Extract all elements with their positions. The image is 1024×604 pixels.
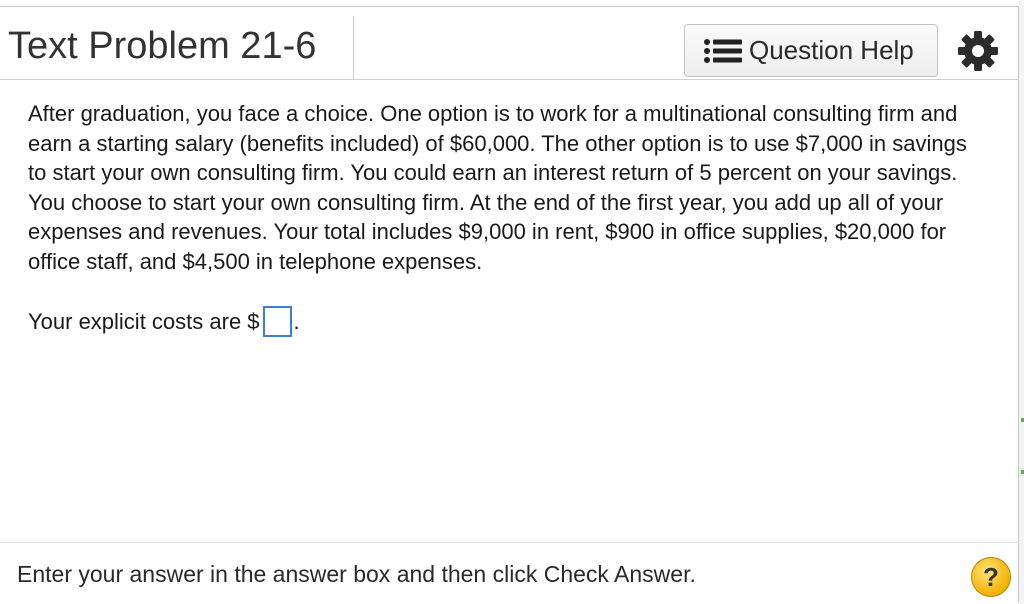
prompt-prefix: Your explicit costs are $ <box>28 308 260 334</box>
title-divider <box>353 16 354 80</box>
right-edge-strip <box>1019 0 1024 604</box>
problem-panel <box>0 6 1019 603</box>
question-help-button[interactable]: Question Help <box>684 24 938 77</box>
answer-input[interactable] <box>262 306 292 337</box>
page-title: Text Problem 21-6 <box>8 25 317 67</box>
question-help-label: Question Help <box>749 35 914 65</box>
prompt-suffix: . <box>293 308 300 334</box>
answer-prompt: Your explicit costs are $ . <box>28 306 300 337</box>
panel-header: Text Problem 21-6 Question Help <box>0 6 1019 80</box>
gear-icon[interactable] <box>957 30 999 72</box>
question-circle-icon[interactable]: ? <box>971 557 1011 597</box>
problem-statement: After graduation, you face a choice. One… <box>28 101 967 274</box>
list-icon <box>704 38 742 63</box>
footer-divider <box>0 542 1019 543</box>
footer-instruction: Enter your answer in the answer box and … <box>17 561 696 587</box>
